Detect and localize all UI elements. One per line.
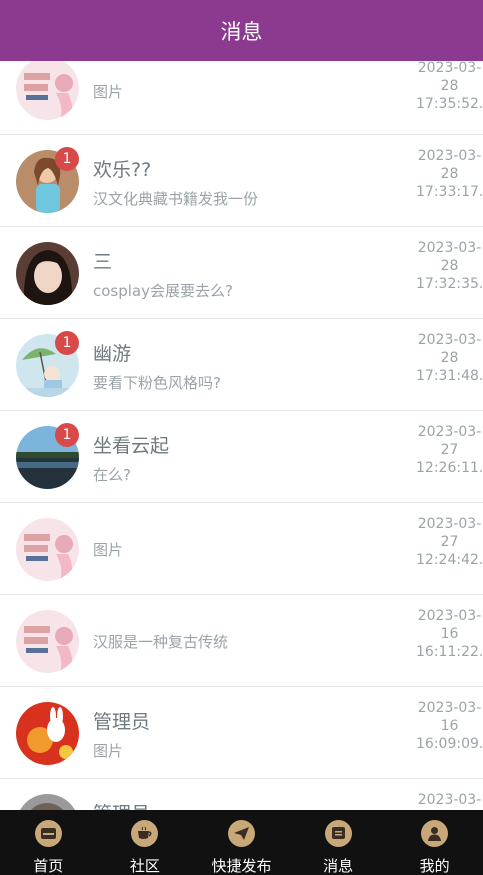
woman-portrait-avatar [16, 242, 79, 305]
tab-home[interactable]: 首页 [0, 810, 97, 875]
contact-name: 坐看云起 [93, 435, 170, 457]
message-preview: cosplay会展要去么? [93, 282, 233, 300]
list-item[interactable]: 1 幽游 要看下粉色风格吗? 2023-03- 28 17:31:48.8 [0, 319, 483, 411]
message-time: 2023-03- 28 17:33:17.1 [416, 148, 483, 200]
user-icon [421, 820, 449, 847]
message-preview: 图片 [93, 742, 124, 760]
message-preview: 图片 [93, 541, 124, 559]
message-preview: 在么? [93, 466, 131, 484]
tab-label: 消息 [323, 857, 354, 875]
bottom-tab-bar: 首页 社区 快捷发布 消息 我的 [0, 810, 483, 875]
contact-name: 幽游 [93, 343, 132, 365]
messages-screen: 消息 图片 2023-03- 28 17:35:52.9 [0, 0, 483, 875]
red-festival-avatar [16, 702, 79, 765]
message-time: 2023-03- 27 12:26:11.3 [416, 424, 483, 476]
message-time: 2023-03- 27 12:24:42.3 [416, 516, 483, 568]
message-time: 2023-03- [417, 792, 482, 808]
tab-quick-publish[interactable]: 快捷发布 [193, 810, 290, 875]
contact-name: 管理员 [93, 711, 151, 733]
unread-badge: 1 [55, 331, 79, 355]
message-preview: 图片 [93, 83, 124, 101]
message-time: 2023-03- 16 16:11:22.7 [416, 608, 483, 660]
list-item[interactable]: 管理员 图片 2023-03- 16 16:09:09.0 [0, 687, 483, 779]
list-item[interactable]: 管理员 2023-03- [0, 779, 483, 810]
message-list[interactable]: 图片 2023-03- 28 17:35:52.9 1 欢乐?? 汉文化典藏书籍… [0, 45, 483, 810]
message-icon [324, 820, 352, 847]
list-item[interactable]: 三 cosplay会展要去么? 2023-03- 28 17:32:35.1 [0, 227, 483, 319]
tab-label: 首页 [33, 857, 64, 875]
list-item[interactable]: 汉服是一种复古传统 2023-03- 16 16:11:22.7 [0, 595, 483, 687]
tab-label: 快捷发布 [211, 857, 272, 875]
hanfu-poster-avatar [16, 57, 79, 120]
unread-badge: 1 [55, 147, 79, 171]
tab-label: 我的 [419, 857, 450, 875]
tab-messages[interactable]: 消息 [290, 810, 387, 875]
message-preview: 要看下粉色风格吗? [93, 374, 221, 392]
tab-label: 社区 [129, 857, 160, 875]
message-time: 2023-03- 28 17:35:52.9 [416, 60, 483, 112]
list-item[interactable]: 图片 2023-03- 27 12:24:42.3 [0, 503, 483, 595]
contact-name: 欢乐?? [93, 159, 152, 181]
tab-mine[interactable]: 我的 [386, 810, 483, 875]
list-item[interactable]: 1 欢乐?? 汉文化典藏书籍发我一份 2023-03- 28 17:33:17.… [0, 135, 483, 227]
message-preview: 汉服是一种复古传统 [93, 633, 229, 651]
coffee-cup-icon [131, 820, 159, 847]
contact-name: 三 [93, 251, 113, 273]
tab-community[interactable]: 社区 [97, 810, 194, 875]
unread-badge: 1 [55, 423, 79, 447]
header-bar: 消息 [0, 0, 483, 61]
list-item[interactable]: 1 坐看云起 在么? 2023-03- 27 12:26:11.3 [0, 411, 483, 503]
hanfu-poster-avatar [16, 518, 79, 581]
page-title: 消息 [220, 19, 263, 44]
message-time: 2023-03- 28 17:32:35.1 [416, 240, 483, 292]
contact-name: 管理员 [93, 799, 150, 810]
send-icon [227, 820, 255, 847]
message-preview: 汉文化典藏书籍发我一份 [93, 190, 259, 208]
home-icon [34, 820, 62, 847]
hanfu-poster-avatar [16, 610, 79, 673]
message-time: 2023-03- 28 17:31:48.8 [416, 332, 483, 384]
gray-avatar [16, 794, 79, 810]
message-time: 2023-03- 16 16:09:09.0 [416, 700, 483, 752]
